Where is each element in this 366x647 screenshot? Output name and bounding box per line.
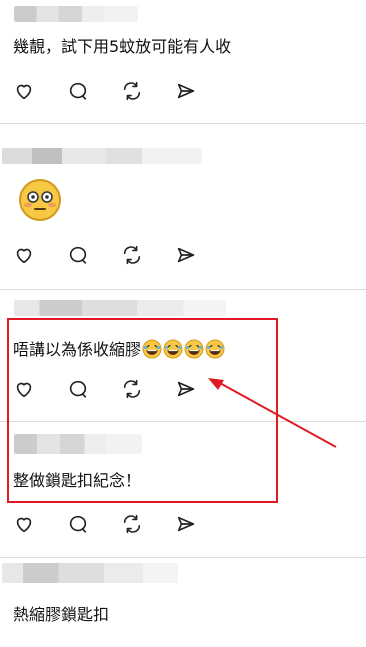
highlight-box bbox=[7, 318, 278, 503]
heart-icon bbox=[16, 84, 32, 100]
repost-button[interactable] bbox=[120, 79, 144, 103]
share-button[interactable] bbox=[174, 512, 198, 536]
comment-button[interactable] bbox=[66, 243, 90, 267]
like-button[interactable] bbox=[12, 512, 36, 536]
post-actions bbox=[12, 512, 198, 536]
share-icon bbox=[177, 83, 195, 99]
username-blurred bbox=[2, 563, 178, 583]
comment-button[interactable] bbox=[66, 512, 90, 536]
like-button[interactable] bbox=[12, 79, 36, 103]
repost-button[interactable] bbox=[120, 512, 144, 536]
flushed-face-emoji bbox=[19, 179, 61, 221]
repost-icon bbox=[123, 514, 141, 534]
heart-icon bbox=[16, 517, 32, 533]
like-button[interactable] bbox=[12, 243, 36, 267]
post-text: 幾靚，試下用5蚊放可能有人收 bbox=[13, 37, 232, 56]
comment-icon bbox=[69, 246, 87, 264]
divider bbox=[0, 123, 366, 124]
comment-icon bbox=[69, 515, 87, 533]
post-actions bbox=[12, 243, 198, 267]
divider bbox=[0, 289, 366, 290]
share-icon bbox=[177, 516, 195, 532]
heart-icon bbox=[16, 248, 32, 264]
share-button[interactable] bbox=[174, 243, 198, 267]
username-blurred bbox=[14, 6, 138, 22]
comment-button[interactable] bbox=[66, 79, 90, 103]
share-button[interactable] bbox=[174, 79, 198, 103]
repost-button[interactable] bbox=[120, 243, 144, 267]
post-text: 熱縮膠鎖匙扣 bbox=[13, 605, 110, 624]
comment-icon bbox=[69, 82, 87, 100]
username-blurred bbox=[14, 300, 226, 316]
post-actions bbox=[12, 79, 198, 103]
share-icon bbox=[177, 247, 195, 263]
divider bbox=[0, 557, 366, 558]
repost-icon bbox=[123, 245, 141, 265]
username-blurred bbox=[2, 148, 202, 164]
repost-icon bbox=[123, 81, 141, 101]
